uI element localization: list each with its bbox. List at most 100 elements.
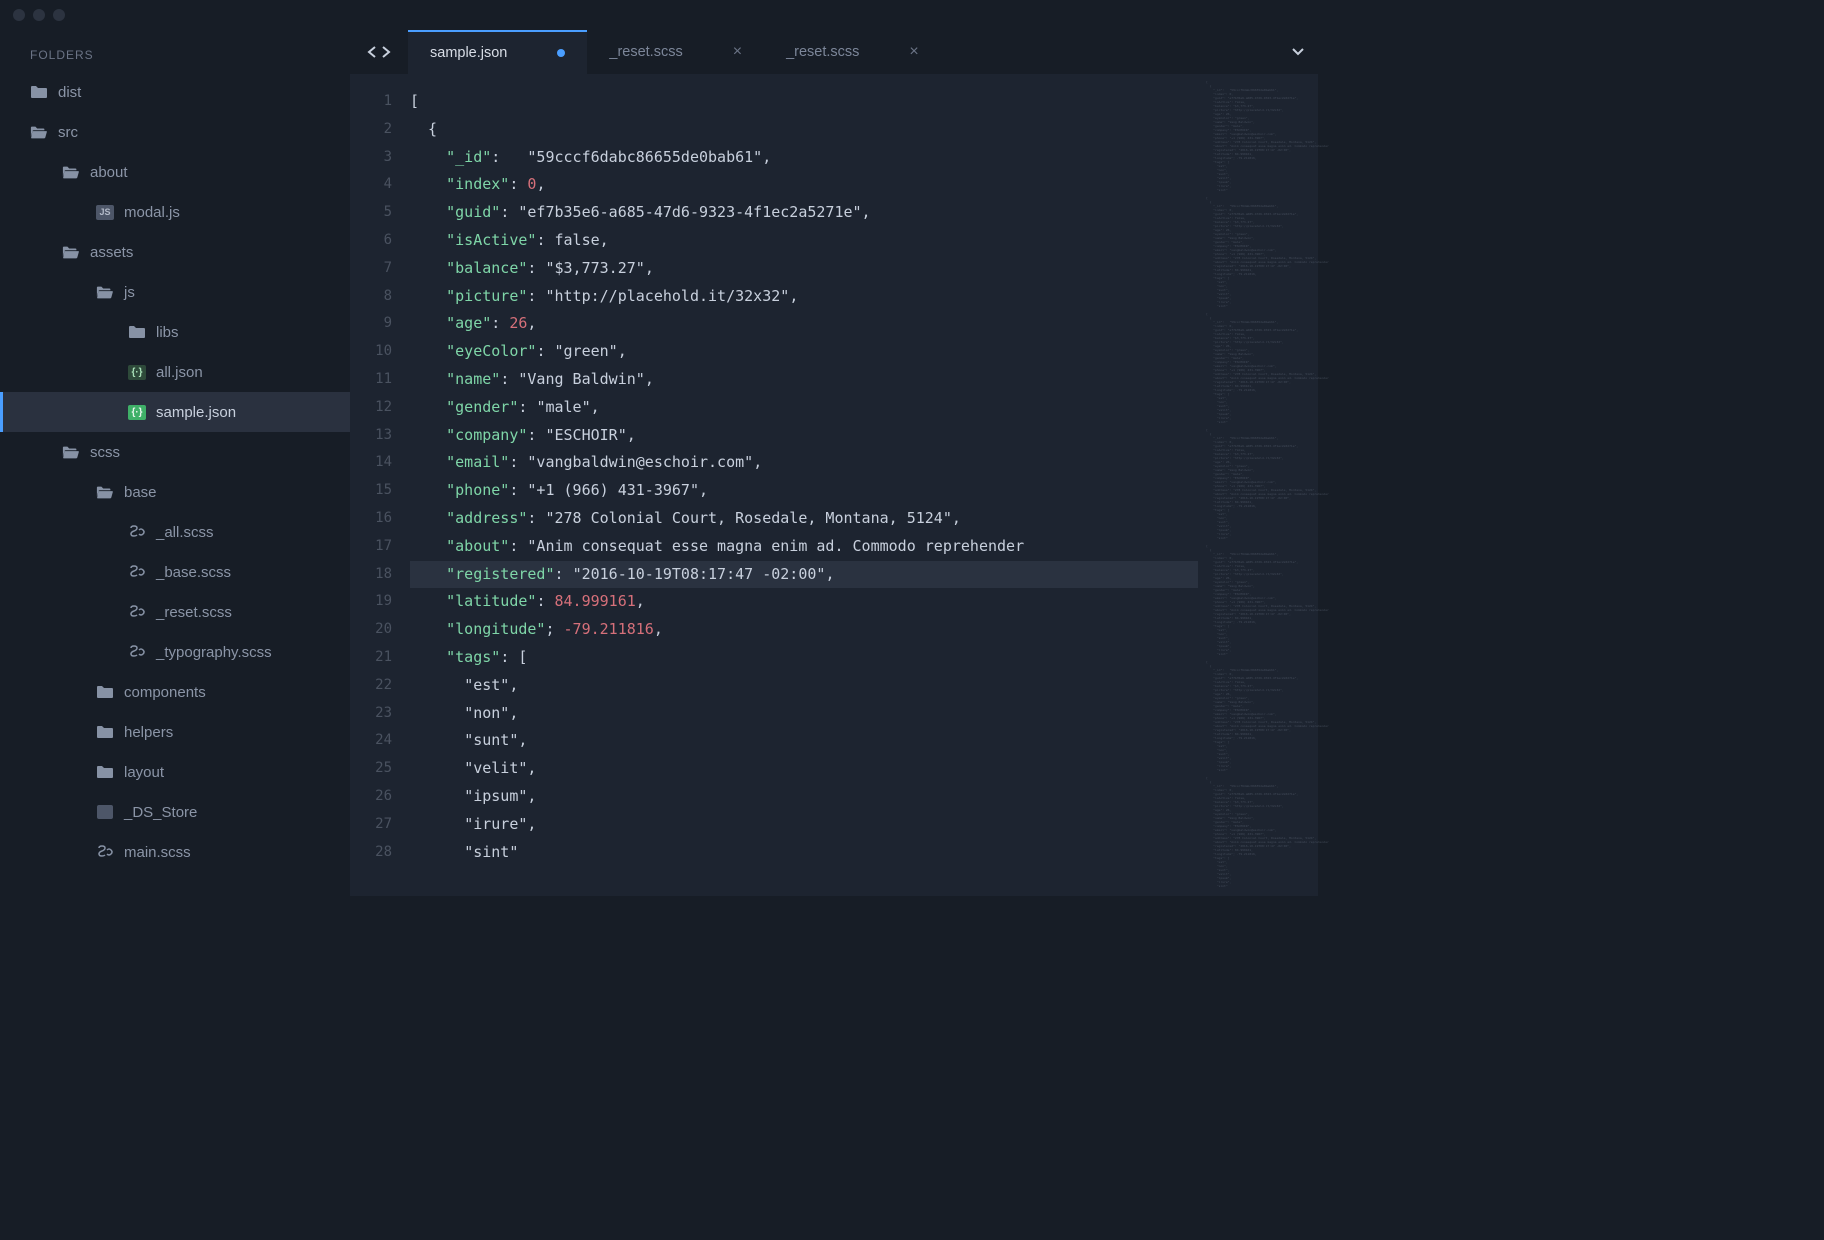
tree-item--all-scss[interactable]: _all.scss [0,512,350,552]
code-line[interactable]: "name": "Vang Baldwin", [410,366,1198,394]
minimize-window-icon[interactable] [33,9,45,21]
tree-item--reset-scss[interactable]: _reset.scss [0,592,350,632]
tree-item-js[interactable]: js [0,272,350,312]
tree-item-modal-js[interactable]: JSmodal.js [0,192,350,232]
code-line[interactable]: "balance": "$3,773.27", [410,255,1198,283]
code-line[interactable]: "registered": "2016-10-19T08:17:47 -02:0… [410,561,1198,589]
code-line[interactable]: "picture": "http://placehold.it/32x32", [410,283,1198,311]
line-number: 19 [350,588,392,616]
minimap[interactable]: [ { "_id": "59cccf6dabc86655de0bab61", "… [1198,74,1318,896]
json-file-icon: {·} [128,363,146,381]
code-line[interactable]: "tags": [ [410,644,1198,672]
line-number: 27 [350,811,392,839]
code-line[interactable]: "irure", [410,811,1198,839]
tree-item-about[interactable]: about [0,152,350,192]
json-file-icon: {·} [128,403,146,421]
editor-body[interactable]: 1234567891011121314151617181920212223242… [350,74,1318,896]
scss-file-icon [96,843,114,861]
tree-item-assets[interactable]: assets [0,232,350,272]
chevron-down-icon [1292,48,1304,56]
code-line[interactable]: "eyeColor": "green", [410,338,1198,366]
line-number: 23 [350,700,392,728]
tree-item-libs[interactable]: libs [0,312,350,352]
tab-overflow-menu[interactable] [1278,30,1318,74]
folders-header: FOLDERS [0,40,350,70]
close-tab-icon[interactable]: × [909,43,918,61]
line-number: 28 [350,839,392,867]
code-line[interactable]: "velit", [410,755,1198,783]
folder-open-icon [30,123,48,141]
code-line[interactable]: "sint" [410,839,1198,867]
code-line[interactable]: "index": 0, [410,171,1198,199]
tree-item-label: all.json [156,364,203,381]
folder-icon [96,723,114,741]
close-tab-icon[interactable]: × [733,43,742,61]
code-line[interactable]: "phone": "+1 (966) 431-3967", [410,477,1198,505]
line-number: 6 [350,227,392,255]
code-line[interactable]: "age": 26, [410,310,1198,338]
tab--reset-scss-2[interactable]: _reset.scss× [764,30,941,74]
code-line[interactable]: "address": "278 Colonial Court, Rosedale… [410,505,1198,533]
line-number: 20 [350,616,392,644]
tree-item-all-json[interactable]: {·} all.json [0,352,350,392]
code-line[interactable]: "gender": "male", [410,394,1198,422]
tree-item-label: assets [90,244,133,261]
tab--reset-scss-1[interactable]: _reset.scss× [587,30,764,74]
code-line[interactable]: "non", [410,700,1198,728]
code-area[interactable]: [ { "_id": "59cccf6dabc86655de0bab61", "… [410,74,1198,896]
line-number: 12 [350,394,392,422]
close-window-icon[interactable] [13,9,25,21]
tab-bar: sample.json _reset.scss×_reset.scss× [350,30,1318,74]
tab-sample-json-0[interactable]: sample.json [408,30,587,74]
line-number: 14 [350,449,392,477]
sidebar: FOLDERS dist src aboutJSmodal.js assets js li… [0,30,350,896]
code-line[interactable]: "latitude": 84.999161, [410,588,1198,616]
code-line[interactable]: "longitude"; -79.211816, [410,616,1198,644]
system-file-icon [96,803,114,821]
tree-item-dist[interactable]: dist [0,72,350,112]
maximize-window-icon[interactable] [53,9,65,21]
code-line[interactable]: "guid": "ef7b35e6-a685-47d6-9323-4f1ec2a… [410,199,1198,227]
folder-open-icon [96,283,114,301]
tree-item-layout[interactable]: layout [0,752,350,792]
line-number: 3 [350,144,392,172]
scss-file-icon [128,603,146,621]
tree-item-components[interactable]: components [0,672,350,712]
tree-item-base[interactable]: base [0,472,350,512]
tree-item-label: js [124,284,135,301]
code-line[interactable]: "company": "ESCHOIR", [410,422,1198,450]
tree-item--base-scss[interactable]: _base.scss [0,552,350,592]
tree-item-helpers[interactable]: helpers [0,712,350,752]
tree-item-label: _all.scss [156,524,214,541]
tab-label: sample.json [430,45,507,61]
tree-item-main-scss[interactable]: main.scss [0,832,350,872]
tab-nav-arrows[interactable] [350,30,408,74]
tree-item-scss[interactable]: scss [0,432,350,472]
tree-item--typography-scss[interactable]: _typography.scss [0,632,350,672]
folder-icon [30,83,48,101]
tree-item-src[interactable]: src [0,112,350,152]
line-number: 17 [350,533,392,561]
js-file-icon: JS [96,203,114,221]
line-number: 22 [350,672,392,700]
code-line[interactable]: "email": "vangbaldwin@eschoir.com", [410,449,1198,477]
code-line[interactable]: { [410,116,1198,144]
line-number: 21 [350,644,392,672]
code-line[interactable]: "sunt", [410,727,1198,755]
code-line[interactable]: [ [410,88,1198,116]
tree-item-label: components [124,684,206,701]
code-line[interactable]: "ipsum", [410,783,1198,811]
tree-item-label: src [58,124,78,141]
tree-item-label: _typography.scss [156,644,272,661]
window-titlebar [0,0,1318,30]
line-number: 16 [350,505,392,533]
tree-item--ds-store[interactable]: _DS_Store [0,792,350,832]
file-tree: dist src aboutJSmodal.js assets js libs {·} all… [0,70,350,872]
code-line[interactable]: "est", [410,672,1198,700]
code-line[interactable]: "isActive": false, [410,227,1198,255]
code-line[interactable]: "_id": "59cccf6dabc86655de0bab61", [410,144,1198,172]
tree-item-label: sample.json [156,404,236,421]
tree-item-label: _reset.scss [156,604,232,621]
tree-item-sample-json[interactable]: {·} sample.json [0,392,350,432]
code-line[interactable]: "about": "Anim consequat esse magna enim… [410,533,1198,561]
